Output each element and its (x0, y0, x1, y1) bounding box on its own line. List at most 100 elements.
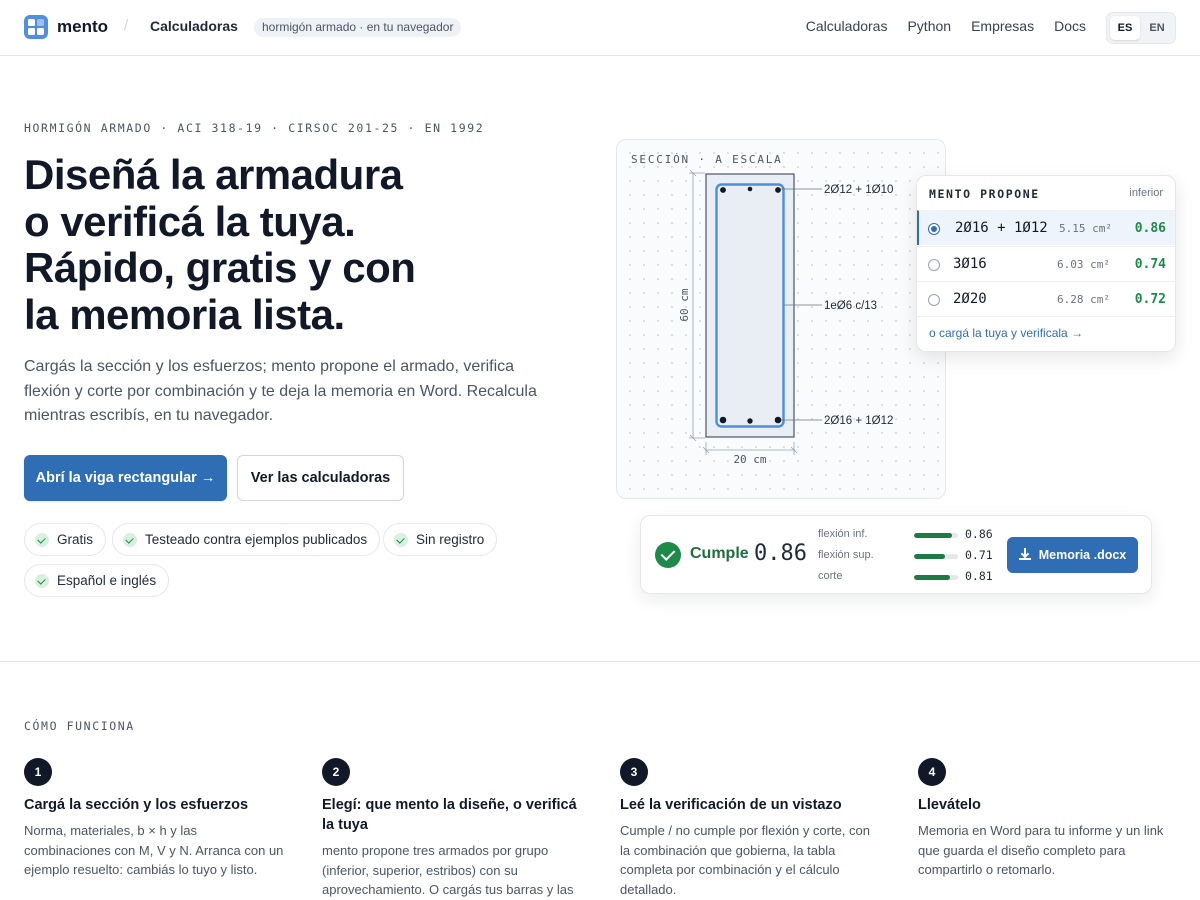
headline-line: o verificá la tuya. (24, 197, 356, 245)
option-bars: 2Ø16 + 1Ø12 (955, 220, 1048, 236)
check-bar (914, 533, 952, 538)
step-body: Norma, materiales, b × h y las combinaci… (24, 823, 284, 878)
step-body: Memoria en Word para tu informe y un lin… (918, 823, 1164, 878)
option-area: 6.28 cm² (1057, 293, 1110, 306)
download-memoria-button[interactable]: Memoria .docx (1007, 537, 1138, 573)
step-number: 1 (24, 758, 52, 786)
check-row: flexión sup. 0.71 (818, 546, 998, 567)
proposal-title: MENTO PROPONE (929, 187, 1040, 201)
hero-eyebrow: HORMIGÓN ARMADO · ACI 318-19 · CIRSOC 20… (24, 121, 485, 135)
check-name: flexión inf. (818, 528, 868, 540)
option-bars: 2Ø20 (953, 291, 987, 307)
proposal-option-3[interactable]: 2Ø20 6.28 cm² 0.72 (917, 281, 1175, 316)
bottom-bar (747, 418, 753, 424)
bottom-bars-label: 2Ø16 + 1Ø12 (824, 415, 893, 427)
download-label: Memoria .docx (1038, 548, 1127, 562)
nav-python[interactable]: Python (907, 18, 951, 34)
brand-link[interactable]: mento (24, 15, 108, 39)
check-icon (123, 532, 137, 547)
feature-chip-no-signup: Sin registro (383, 523, 498, 556)
step-3: 3 Leé la verificación de un vistazo Cump… (620, 758, 880, 899)
mento-logo-icon (24, 15, 48, 39)
radio-selected[interactable] (928, 223, 940, 235)
option-bars: 3Ø16 (953, 256, 987, 272)
option-area: 5.15 cm² (1059, 222, 1112, 235)
result-ratio: 0.86 (754, 541, 807, 566)
step-title: Leé la verificación de un vistazo (620, 797, 842, 813)
feature-chip-tested: Testeado contra ejemplos publicados (112, 523, 381, 556)
result-checks: flexión inf. 0.86 flexión sup. 0.71 cort… (818, 525, 998, 588)
check-row: corte 0.81 (818, 567, 998, 588)
step-body: mento propone tres armados por grupo (in… (322, 843, 574, 898)
step-number: 3 (620, 758, 648, 786)
option-ratio: 0.74 (1134, 257, 1166, 272)
step-title: Llevátelo (918, 797, 981, 813)
option-area: 6.03 cm² (1057, 258, 1110, 271)
radio-unselected[interactable] (928, 294, 940, 306)
step-body: Cumple / no cumple por flexión y corte, … (620, 823, 871, 897)
top-bar (747, 186, 753, 192)
step-4: 4 Llevátelo Memoria en Word para tu info… (918, 758, 1178, 880)
stirrups-label: 1eØ6 c/13 (824, 300, 877, 312)
download-icon (1018, 548, 1031, 560)
proposal-card: MENTO PROPONE inferior 2Ø16 + 1Ø12 5.15 … (916, 175, 1176, 352)
check-row: flexión inf. 0.86 (818, 525, 998, 546)
how-it-works-title: CÓMO FUNCIONA (24, 719, 135, 733)
verify-your-own-link[interactable]: o cargá la tuya y verificala → (929, 326, 1083, 340)
chip-label: Sin registro (416, 532, 485, 547)
step-number: 2 (322, 758, 350, 786)
check-value: 0.81 (965, 569, 993, 583)
top-bar (775, 187, 781, 193)
nav-empresas[interactable]: Empresas (971, 18, 1034, 34)
check-name: corte (818, 570, 843, 582)
main-nav: Calculadoras Python Empresas Docs (806, 18, 1086, 34)
lang-en-button[interactable]: EN (1142, 16, 1172, 40)
chip-label: Testeado contra ejemplos publicados (145, 532, 368, 547)
feature-chip-free: Gratis (24, 523, 107, 556)
radio-unselected[interactable] (928, 259, 940, 271)
proposal-option-2[interactable]: 3Ø16 6.03 cm² 0.74 (917, 246, 1175, 281)
language-switcher: ES EN (1106, 12, 1176, 44)
check-icon (35, 573, 49, 588)
hero-headline: Diseñá la armadura o verificá la tuya. R… (24, 151, 544, 338)
top-navigation-bar: mento / Calculadoras hormigón armado · e… (0, 0, 1200, 56)
nav-calculadoras[interactable]: Calculadoras (806, 18, 888, 34)
section-divider (0, 661, 1200, 662)
breadcrumb-separator: / (124, 17, 129, 34)
width-label: 20 cm (733, 453, 766, 466)
beam-section-drawing: 2Ø12 + 1Ø10 1eØ6 c/13 2Ø16 + 1Ø12 60 cm … (678, 169, 893, 466)
result-card: Cumple 0.86 flexión inf. 0.86 flexión su… (640, 515, 1152, 594)
step-1: 1 Cargá la sección y los esfuerzos Norma… (24, 758, 284, 880)
headline-line: Rápido, gratis y con (24, 244, 416, 291)
step-title: Elegí: que mento la diseñe, o verificá l… (322, 797, 577, 833)
option-ratio: 0.86 (1134, 221, 1166, 236)
breadcrumb-calculadoras[interactable]: Calculadoras (150, 18, 238, 34)
view-calculators-button[interactable]: Ver las calculadoras (237, 455, 404, 501)
check-value: 0.86 (965, 527, 993, 541)
context-tag: hormigón armado · en tu navegador (254, 18, 462, 37)
concrete-section (705, 173, 795, 438)
proposal-group: inferior (1129, 187, 1163, 199)
headline-line: Diseñá la armadura (24, 151, 403, 198)
proposal-option-1[interactable]: 2Ø16 + 1Ø12 5.15 cm² 0.86 (917, 210, 1175, 245)
brand-name: mento (57, 17, 108, 36)
step-title: Cargá la sección y los esfuerzos (24, 797, 249, 813)
check-value: 0.71 (965, 548, 993, 562)
bottom-bar (774, 416, 782, 424)
check-bar (914, 575, 950, 580)
feature-chip-languages: Español e inglés (24, 564, 170, 597)
open-rectangular-beam-button[interactable]: Abrí la viga rectangular → (24, 455, 227, 501)
lang-es-button[interactable]: ES (1110, 16, 1140, 40)
check-icon (394, 532, 408, 547)
chip-label: Español e inglés (57, 573, 157, 588)
result-status: Cumple (690, 545, 749, 562)
check-icon (35, 532, 49, 547)
top-bars-label: 2Ø12 + 1Ø10 (824, 184, 893, 196)
nav-docs[interactable]: Docs (1054, 18, 1086, 34)
bottom-bar (719, 416, 727, 424)
chip-label: Gratis (57, 532, 94, 547)
option-ratio: 0.72 (1134, 292, 1166, 307)
check-name: flexión sup. (818, 549, 874, 561)
top-bar (720, 187, 726, 193)
height-label: 60 cm (678, 288, 691, 321)
